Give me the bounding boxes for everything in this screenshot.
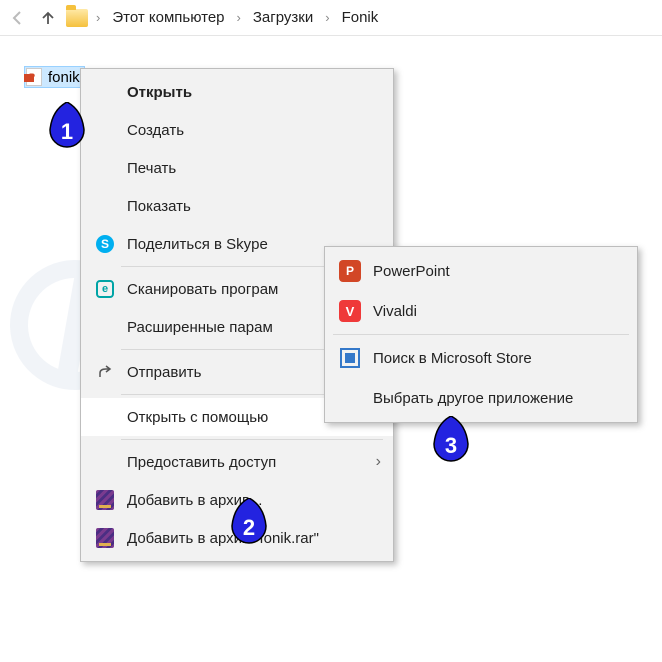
breadcrumb-mid[interactable]: Загрузки	[249, 9, 317, 26]
chevron-right-icon: ›	[376, 453, 381, 471]
folder-icon	[66, 9, 88, 27]
callout-3: 3	[430, 416, 472, 468]
chevron-right-icon: ›	[323, 10, 331, 25]
svg-text:1: 1	[61, 119, 73, 144]
breadcrumb-leaf[interactable]: Fonik	[338, 9, 383, 26]
eset-icon: e	[96, 280, 114, 298]
file-name: fonik	[48, 69, 80, 86]
file-item[interactable]: fonik	[24, 66, 85, 88]
menu-separator	[333, 334, 629, 335]
svg-text:2: 2	[243, 515, 255, 540]
winrar-icon	[96, 528, 114, 548]
menu-create[interactable]: Создать	[81, 111, 393, 149]
share-icon	[95, 362, 115, 382]
menu-print[interactable]: Печать	[81, 149, 393, 187]
vivaldi-icon: V	[339, 300, 361, 322]
up-button[interactable]	[36, 6, 60, 30]
chevron-right-icon: ›	[235, 10, 243, 25]
address-bar: › Этот компьютер › Загрузки › Fonik	[0, 0, 662, 36]
ms-store-icon	[339, 347, 361, 369]
chevron-right-icon: ›	[94, 10, 102, 25]
submenu-ms-store[interactable]: Поиск в Microsoft Store	[325, 338, 637, 378]
menu-grant-access[interactable]: Предоставить доступ›	[81, 443, 393, 481]
callout-1: 1	[46, 102, 88, 154]
submenu-powerpoint[interactable]: PPowerPoint	[325, 251, 637, 291]
submenu-choose-other[interactable]: Выбрать другое приложение	[325, 378, 637, 418]
powerpoint-file-icon	[26, 68, 42, 86]
back-button[interactable]	[6, 6, 30, 30]
powerpoint-icon: P	[339, 260, 361, 282]
menu-separator	[121, 439, 383, 440]
menu-show[interactable]: Показать	[81, 187, 393, 225]
svg-text:3: 3	[445, 433, 457, 458]
breadcrumb-root[interactable]: Этот компьютер	[108, 9, 228, 26]
menu-open[interactable]: Открыть	[81, 73, 393, 111]
submenu-vivaldi[interactable]: VVivaldi	[325, 291, 637, 331]
winrar-icon	[96, 490, 114, 510]
callout-2: 2	[228, 498, 270, 550]
open-with-submenu: PPowerPoint VVivaldi Поиск в Microsoft S…	[324, 246, 638, 423]
skype-icon: S	[96, 235, 114, 253]
